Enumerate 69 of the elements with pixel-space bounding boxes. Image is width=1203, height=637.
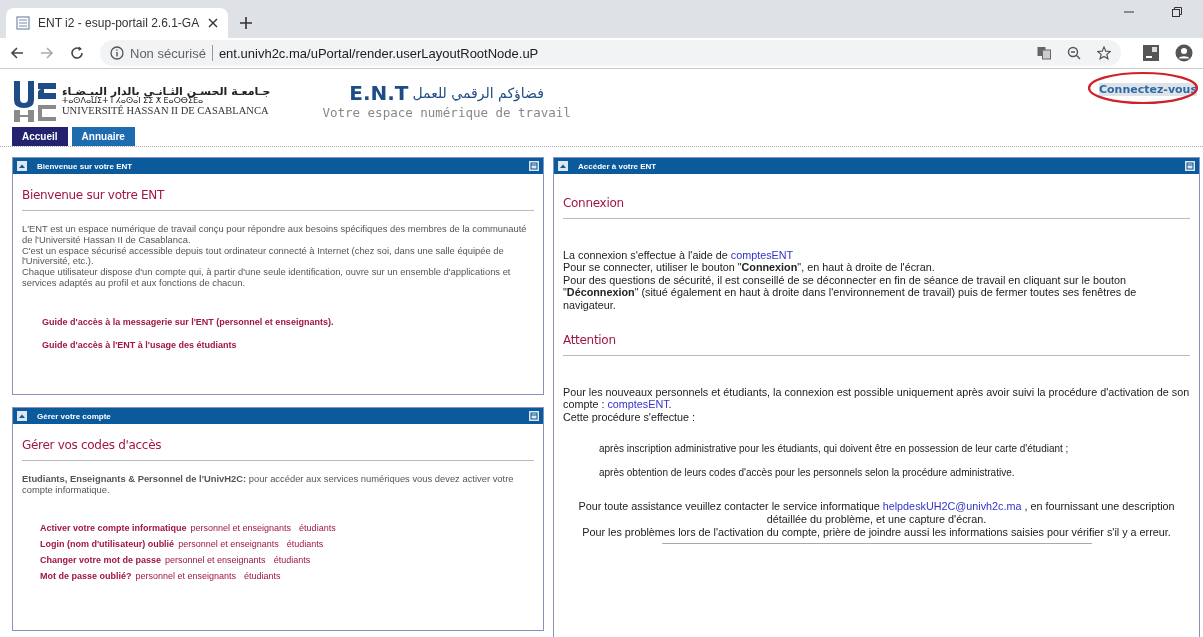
section-heading: Connexion: [563, 196, 625, 210]
collapse-icon[interactable]: [558, 161, 568, 171]
zoom-out-icon[interactable]: [1067, 46, 1081, 60]
account-icon[interactable]: [1175, 44, 1193, 62]
nav-tab[interactable]: Accueil: [12, 127, 68, 146]
paragraph-text: après inscription administrative pour les étudiants, qui doivent être en possession de leur carte d'étudiant ;: [599, 443, 1070, 455]
close-icon[interactable]: [208, 18, 218, 28]
paragraph-text: Chaque utilisateur dispose d'un compte qui, à partir d'une seule identification, ouvre sur un ensemble d'applications et services adaptés au profil et aux fonctions de chacun.: [22, 267, 512, 289]
extension-icon[interactable]: [1143, 45, 1159, 61]
paragraph-text: La connexion s'effectue à l'aide de comptesENT: [563, 249, 795, 262]
restore-icon[interactable]: [1171, 6, 1183, 18]
address-bar[interactable]: Non sécurisé ent.univh2c.ma/uPortal/render.userLayoutRootNode.uP: [100, 40, 1121, 66]
link[interactable]: étudiants: [244, 570, 281, 581]
tab-title: ENT i2 - esup-portail 2.6.1-GA: [38, 16, 200, 30]
back-icon[interactable]: [10, 46, 24, 60]
paragraph-text: après obtention de leurs codes d'accès pour les personnels selon la procédure administrative.: [599, 467, 1016, 479]
portlet-title: Gérer votre compte: [37, 411, 111, 421]
paragraph-text: Pour toute assistance veuillez contacter le service informatique helpdeskUH2C@univh2c.ma , en fournissant une description détaillée du problème, et une capture d'écran.: [577, 500, 1176, 527]
portlet-title: Accéder à votre ENT: [578, 161, 657, 171]
minimize-icon[interactable]: [529, 411, 539, 421]
account-action-link[interactable]: Changer votre mot de passe: [40, 554, 162, 565]
star-icon[interactable]: [1097, 46, 1111, 60]
paragraph-text: Pour les nouveaux personnels et étudiants, la connexion est possible uniquement après avoir suivi la procédure d'activation de son compte : comptesENT.: [563, 386, 1190, 411]
paragraph-text: Etudiants, Enseignants & Personnel de l'UnivH2C: pour accéder aux services numériques vous devez activer votre compte informatique.: [22, 474, 515, 496]
section-heading: Bienvenue sur votre ENT: [22, 188, 166, 202]
minimize-icon[interactable]: [529, 161, 539, 171]
link[interactable]: personnel et enseignants: [135, 570, 237, 581]
link[interactable]: comptesENT: [607, 398, 669, 411]
paragraph-text: Pour des questions de sécurité, il est conseillé de se déconnecter en fin de séance de travail en cliquant sur le bouton "Déconnexion" (situé également en haut à droite dans l'environnement de travail) puis de fermer toutes ses fenêtres de navigateur.: [563, 273, 1138, 312]
new-tab-icon[interactable]: [240, 17, 252, 29]
link[interactable]: étudiants: [273, 554, 311, 565]
university-arabic-name: جـامعـة الحسـن الثـانـي بالدار البيـضـاء: [62, 85, 271, 98]
link[interactable]: personnel et enseignants: [165, 554, 266, 565]
browser-tab[interactable]: ENT i2 - esup-portail 2.6.1-GA: [6, 8, 228, 38]
account-action-link[interactable]: Login (nom d'utilisateur) oublié: [40, 538, 175, 549]
info-icon: [110, 46, 124, 60]
paragraph-text: Pour se connecter, utiliser le bouton "Connexion", en haut à droite de l'écran.: [563, 261, 936, 274]
page-icon: [16, 16, 30, 30]
nav-tab[interactable]: Annuaire: [71, 127, 135, 146]
link[interactable]: étudiants: [299, 522, 336, 533]
guide-link[interactable]: Guide d'accès à l'ENT à l'usage des étudiants: [42, 339, 534, 350]
university-tifinagh-name: ⵜⴰⵙⴷⴰⵡⵉⵜ ⵏ ⵃⴰⵙⴰⵏ ⵉⵉ ⵅ ⴹⴰⵔⴱⵉⴹⴰ: [62, 97, 204, 106]
link[interactable]: personnel et enseignants: [190, 522, 292, 533]
security-label: Non sécurisé: [130, 45, 206, 61]
link[interactable]: étudiants: [286, 538, 324, 549]
url-text: ent.univh2c.ma/uPortal/render.userLayoutRootNode.uP: [218, 45, 539, 61]
ent-tagline: Votre espace numérique de travail: [322, 105, 571, 120]
paragraph-text: Pour les problèmes lors de l'activation du compte, prière de joindre aussi les informations saisies pour vérifier s'il y a erreur.: [581, 526, 1172, 540]
university-logo-icon: [12, 79, 58, 123]
reload-icon[interactable]: [70, 46, 84, 60]
collapse-icon[interactable]: [17, 161, 27, 171]
link[interactable]: helpdeskUH2C@univh2c.ma: [882, 500, 1022, 513]
university-name: UNIVERSITÉ HASSAN II DE CASABLANCA: [62, 105, 270, 117]
minimize-icon[interactable]: [1185, 161, 1195, 171]
link[interactable]: comptesENT: [730, 249, 794, 261]
paragraph-text: L'ENT est un espace numérique de travail conçu pour répondre aux besoins spécifiques des membres de la communauté de l'Université Hassan II de Casablanca.: [22, 224, 528, 246]
ent-arabic-slogan: فضاؤكم الرقمي للعمل: [412, 85, 544, 101]
guide-link[interactable]: Guide d'accès à la messagerie sur l'ENT (personnel et enseignants).: [42, 316, 534, 327]
section-heading: Gérer vos codes d'accès: [22, 438, 163, 452]
link[interactable]: personnel et enseignants: [178, 538, 279, 549]
translate-icon[interactable]: [1037, 46, 1051, 60]
collapse-icon[interactable]: [17, 411, 27, 421]
account-action-link[interactable]: Activer votre compte informatique: [40, 522, 187, 533]
portlet-title: Bienvenue sur votre ENT: [37, 161, 133, 171]
section-heading: Attention: [563, 333, 617, 348]
account-action-link[interactable]: Mot de passe oublié?: [40, 570, 132, 581]
ent-logo: E.N.T: [349, 81, 409, 105]
paragraph-text: C'est un espace sécurisé accessible depuis tout ordinateur connecté à Internet (chez soi, dans une salle équipée de l'Université, etc.).: [22, 245, 505, 268]
paragraph-text: Cette procédure s'effectue :: [563, 410, 697, 424]
